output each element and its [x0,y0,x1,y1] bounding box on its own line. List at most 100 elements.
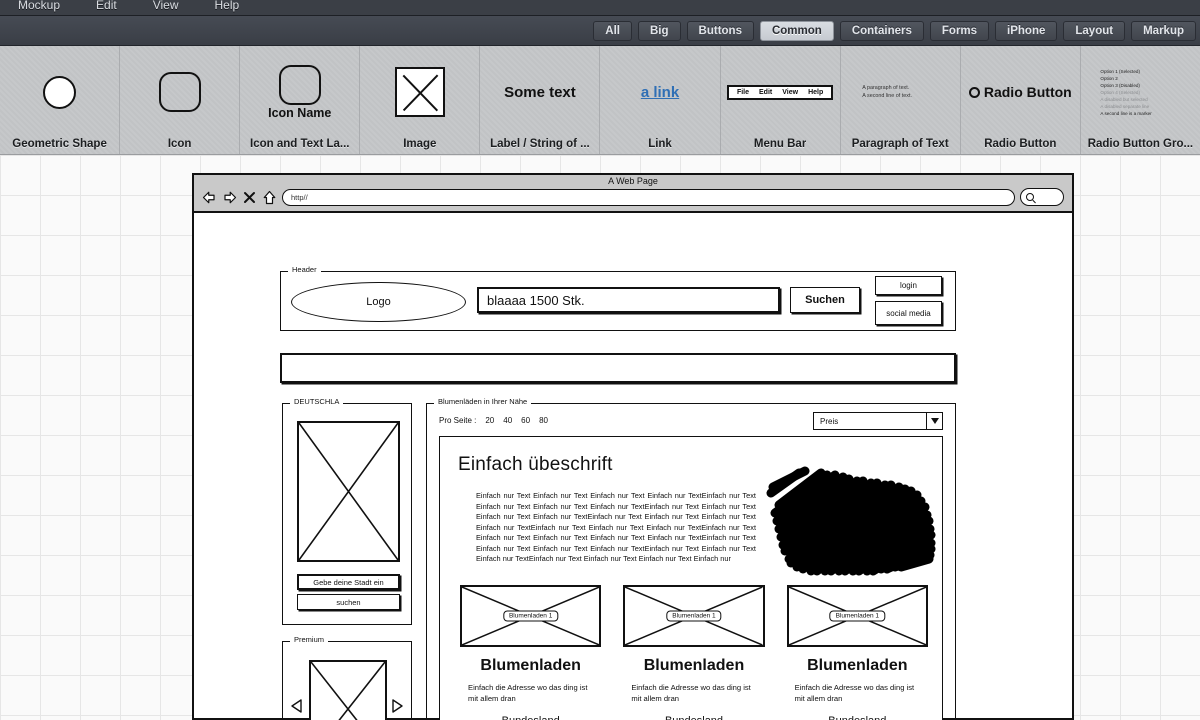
result-card-list: Blumenladen 1 Blumenladen Einfach die Ad… [460,585,928,720]
tab-iphone[interactable]: iPhone [995,20,1058,41]
city-search-button-label: suchen [336,597,361,607]
premium-panel-group: Premium [282,635,412,720]
stencil-menu-bar[interactable]: File Edit View Help Menu Bar [720,46,841,154]
tab-big[interactable]: Big [638,20,681,41]
city-input[interactable]: Gebe deine Stadt ein [297,574,400,590]
city-input-value: Gebe deine Stadt ein [313,577,384,587]
per-page-option-20[interactable]: 20 [485,416,494,425]
result-card-image: Blumenladen 1 [460,585,602,647]
result-card[interactable]: Blumenladen 1 Blumenladen Einfach die Ad… [460,585,602,720]
paragraph-line-1: A paragraph of text. [862,85,910,91]
result-card-address: Einfach die Adresse wo das ding ist mit … [468,683,588,703]
sort-select[interactable]: Preis [813,412,943,430]
browser-url-value: http// [291,192,308,202]
stencil-radio-button[interactable]: Radio Button Radio Button [960,46,1081,154]
stencil-icon-and-text-label[interactable]: Icon Name Icon and Text La... [240,46,361,154]
stencil-radio-button-group[interactable]: Option 1 (Selected) Option 2 Option 3 (D… [1080,46,1200,154]
stop-x-icon[interactable] [242,190,257,205]
stencil-caption: Geometric Shape [12,138,107,150]
stencil-preview: Some text [480,46,599,138]
tab-common[interactable]: Common [759,20,834,41]
stencil-geometric-shape[interactable]: Geometric Shape [0,46,121,154]
results-group: Blumenläden in Ihrer Nähe Pro Seite : 20… [426,397,956,720]
header-search-value: blaaaa 1500 Stk. [487,292,585,308]
header-group: Header Logo blaaaa 1500 Stk. Suchen logi… [280,265,956,331]
radio-group-icon: Option 1 (Selected) Option 2 Option 3 (D… [1100,68,1180,117]
browser-search-input[interactable] [1020,188,1064,206]
browser-window-widget: A Web Page http// Header Logo blaaaa 150… [192,173,1074,720]
result-card-image-label: Blumenladen 1 [829,610,885,622]
tab-forms[interactable]: Forms [929,20,990,41]
header-group-label: Header [288,265,321,274]
deutschland-group-label: DEUTSCHLA [290,397,344,406]
stencil-caption: Label / String of ... [490,138,590,150]
results-group-label: Blumenläden in Ihrer Nähe [434,397,532,406]
result-card-state: Bundesland [623,715,764,720]
login-button[interactable]: login [875,276,942,295]
menu-bar-preview-view: View [782,88,799,96]
menu-item-view[interactable]: View [153,0,179,11]
stencil-icon[interactable]: Icon [120,46,241,154]
tab-markup[interactable]: Markup [1131,20,1196,41]
stencil-link[interactable]: a link Link [600,46,721,154]
radio-group-line-1: Option 1 (Selected) [1100,68,1140,74]
login-button-label: login [900,281,917,290]
hyperlink-icon: a link [640,83,680,101]
header-search-button[interactable]: Suchen [790,287,860,313]
stencil-paragraph-of-text[interactable]: A paragraph of text. A second line of te… [840,46,961,154]
menu-item-help[interactable]: Help [215,0,240,11]
header-search-input[interactable]: blaaaa 1500 Stk. [477,287,780,313]
per-page-option-80[interactable]: 80 [539,416,548,425]
per-page-option-40[interactable]: 40 [503,416,512,425]
result-card-image-label: Blumenladen 1 [666,610,722,622]
social-media-button[interactable]: social media [875,301,942,325]
tab-buttons[interactable]: Buttons [686,20,754,41]
result-card-address: Einfach die Adresse wo das ding ist mit … [794,683,915,703]
left-arrow-icon[interactable] [290,698,303,714]
tab-layout[interactable]: Layout [1063,20,1126,41]
stencil-category-tabbar: All Big Buttons Common Containers Forms … [0,16,1200,46]
tab-containers[interactable]: Containers [839,20,924,41]
stencil-preview: Radio Button [961,46,1080,138]
result-card-state: Bundesland [460,715,601,720]
image-cross-icon [311,662,385,720]
paragraph-icon: A paragraph of text. A second line of te… [862,84,938,100]
radio-group-line-5: A disabled but selected [1100,96,1148,102]
city-search-button[interactable]: suchen [297,594,400,610]
browser-url-input[interactable]: http// [282,188,1015,206]
result-card[interactable]: Blumenladen 1 Blumenladen Einfach die Ad… [786,585,928,720]
circle-shape-icon [43,75,77,109]
menu-item-mockup[interactable]: Mockup [18,0,60,11]
radio-group-line-6: A disabled separate line [1100,103,1150,109]
back-arrow-icon[interactable] [202,190,217,205]
stencil-image[interactable]: Image [360,46,481,154]
per-page-option-60[interactable]: 60 [521,416,530,425]
social-media-button-label: social media [886,308,931,318]
menu-item-edit[interactable]: Edit [96,0,117,11]
chevron-down-icon[interactable] [926,413,942,429]
result-card[interactable]: Blumenladen 1 Blumenladen Einfach die Ad… [623,585,765,720]
stencil-preview: File Edit View Help [721,46,840,138]
forward-arrow-icon[interactable] [222,190,237,205]
rounded-square-icon [158,72,201,112]
menu-bar-preview-help: Help [808,88,824,96]
mockup-canvas[interactable]: A Web Page http// Header Logo blaaaa 150… [0,155,1200,720]
right-arrow-icon[interactable] [391,698,404,714]
stencil-caption: Link [648,138,672,150]
stencil-preview: a link [600,46,719,138]
black-scribble-annotation [766,466,936,576]
radio-group-line-2: Option 2 [1100,75,1118,81]
subnav-bar[interactable] [280,353,956,383]
stencil-label-string[interactable]: Some text Label / String of ... [480,46,601,154]
stencil-caption: Menu Bar [753,138,807,150]
stencil-caption: Radio Button [984,138,1057,150]
result-card-title: Blumenladen [807,657,908,674]
tab-all[interactable]: All [593,20,632,41]
stencil-preview [0,46,119,138]
logo-label: Logo [366,296,391,308]
results-headline: Einfach übeschrift [458,454,613,475]
home-icon[interactable] [262,190,277,205]
radio-group-line-3: Option 3 (Disabled) [1100,82,1140,88]
stencil-preview: Icon Name [240,46,359,138]
menu-bar-icon: File Edit View Help [726,84,834,100]
